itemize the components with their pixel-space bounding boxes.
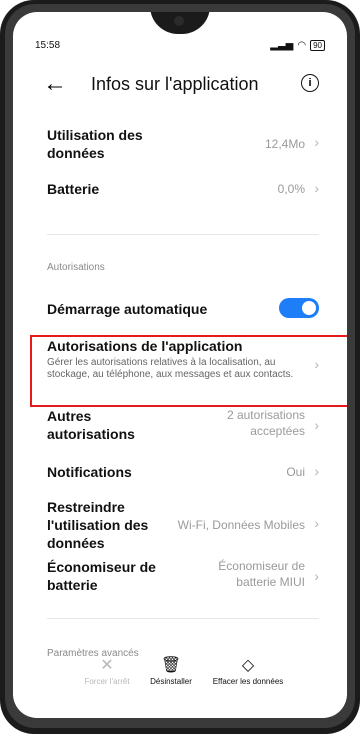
data-usage-label: Utilisation des données: [47, 127, 143, 161]
uninstall-button[interactable]: 🗑 Désinstaller: [141, 657, 201, 687]
autostart-label: Démarrage automatique: [47, 301, 208, 317]
battery-label: Batterie: [47, 181, 100, 197]
force-stop-label: Forcer l'arrêt: [84, 677, 130, 686]
data-usage-row[interactable]: Utilisation des données 12,4Mo ›: [47, 126, 319, 166]
notifications-value: Oui: [286, 465, 305, 479]
battery-value: 0,0%: [277, 182, 305, 196]
battery-saver-row[interactable]: Économiseur de batterie Économiseur de b…: [47, 558, 319, 598]
camera-notch: [150, 12, 210, 34]
app-permissions-label: Autorisations de l'application: [47, 338, 243, 354]
bottom-action-bar: ✕ Forcer l'arrêt 🗑 Désinstaller ◇ Efface…: [13, 658, 347, 694]
other-permissions-label: Autres autorisations: [47, 408, 135, 442]
chevron-right-icon: ›: [314, 463, 319, 479]
screen: 15:58 ▂▃▅ ◠ 90 ← Infos sur l'application…: [13, 12, 347, 718]
camera-icon: [174, 16, 184, 26]
battery-saver-label: Économiseur de batterie: [47, 559, 156, 593]
restrict-data-value: Wi-Fi, Données Mobiles: [177, 518, 305, 532]
page-title: Infos sur l'application: [91, 74, 259, 94]
section-autorisations: Autorisations: [47, 262, 105, 273]
info-icon[interactable]: i: [301, 74, 319, 92]
status-icons: ▂▃▅ ◠ 90: [270, 40, 325, 51]
wifi-icon: ◠: [297, 40, 307, 51]
close-icon: ✕: [100, 657, 114, 674]
restrict-data-label: Restreindre l'utilisation des données: [47, 499, 149, 551]
app-permissions-desc: Gérer les autorisations relatives à la l…: [47, 357, 294, 380]
divider: [47, 234, 319, 235]
phone-frame: 15:58 ▂▃▅ ◠ 90 ← Infos sur l'application…: [0, 0, 360, 734]
app-permissions-row[interactable]: Autorisations de l'application Gérer les…: [47, 336, 319, 404]
trash-icon: 🗑: [160, 657, 182, 674]
force-stop-button[interactable]: ✕ Forcer l'arrêt: [77, 657, 137, 687]
clear-data-button[interactable]: ◇ Effacer les données: [203, 657, 293, 687]
chevron-right-icon: ›: [314, 568, 319, 584]
battery-saver-value: Économiseur de batterie MIUI: [218, 559, 305, 589]
uninstall-label: Désinstaller: [150, 677, 192, 686]
back-arrow-icon[interactable]: ←: [43, 72, 67, 96]
other-permissions-value: 2 autorisations acceptées: [226, 408, 305, 438]
toggle-knob: [302, 301, 316, 315]
battery-row[interactable]: Batterie 0,0% ›: [47, 180, 319, 200]
eraser-icon: ◇: [241, 657, 255, 674]
data-usage-value: 12,4Mo: [264, 137, 305, 151]
chevron-right-icon: ›: [314, 180, 319, 196]
app-header: ← Infos sur l'application i: [13, 70, 347, 110]
clear-data-label: Effacer les données: [212, 677, 284, 686]
battery-icon: 90: [310, 40, 325, 51]
status-time: 15:58: [35, 40, 61, 51]
notifications-row[interactable]: Notifications Oui ›: [47, 463, 319, 483]
chevron-right-icon: ›: [314, 356, 319, 372]
autostart-toggle[interactable]: [279, 298, 319, 318]
chevron-right-icon: ›: [314, 515, 319, 531]
divider: [47, 618, 319, 619]
chevron-right-icon: ›: [314, 134, 319, 150]
status-bar: 15:58 ▂▃▅ ◠ 90: [35, 40, 325, 56]
other-permissions-row[interactable]: Autres autorisations 2 autorisations acc…: [47, 407, 319, 447]
restrict-data-row[interactable]: Restreindre l'utilisation des données Wi…: [47, 498, 319, 554]
chevron-right-icon: ›: [314, 417, 319, 433]
notifications-label: Notifications: [47, 464, 132, 480]
signal-icon: ▂▃▅: [270, 40, 294, 51]
